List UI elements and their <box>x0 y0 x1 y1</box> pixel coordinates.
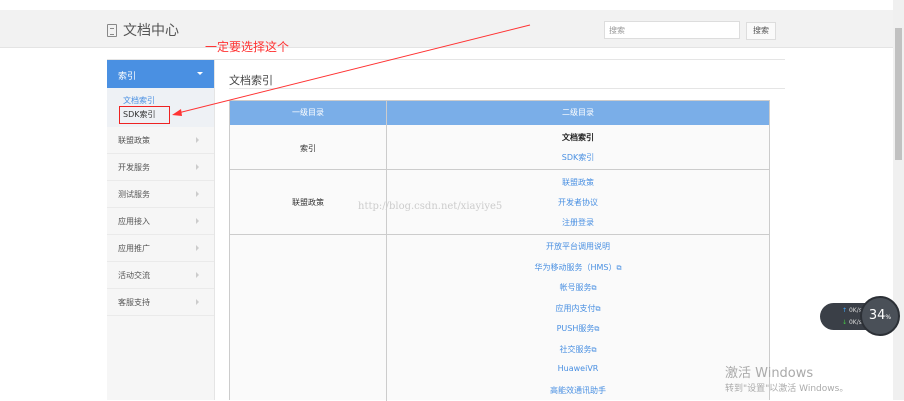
annotation-arrow <box>172 24 531 116</box>
gauge-value: 34 <box>868 308 886 323</box>
memory-gauge[interactable]: 34% <box>860 296 900 336</box>
gauge-unit: % <box>885 314 892 321</box>
download-speed: ↓ 0K/s <box>842 319 862 326</box>
upload-arrow-icon: ↑ <box>842 307 849 314</box>
activation-subtitle: 转到"设置"以激活 Windows。 <box>725 384 849 394</box>
activation-title: 激活 Windows <box>725 366 814 381</box>
upload-speed: ↑ 0K/s <box>842 307 862 314</box>
windows-activation-watermark: 激活 Windows 转到"设置"以激活 Windows。 <box>725 362 848 394</box>
download-arrow-icon: ↓ <box>842 319 849 326</box>
